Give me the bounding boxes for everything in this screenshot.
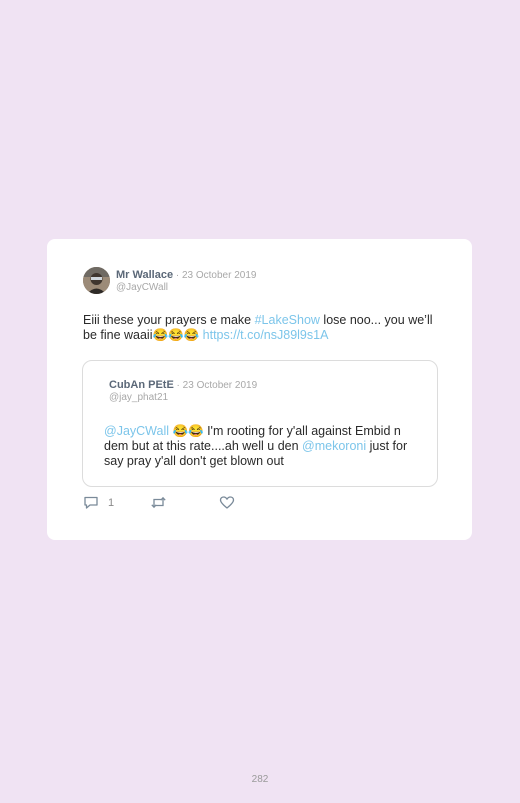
quoted-author-handle[interactable]: @jay_phat21: [109, 392, 168, 403]
reply-count: 1: [108, 496, 115, 509]
reply-icon: [84, 496, 98, 509]
quoted-tweet-date: · 23 October 2019: [173, 380, 258, 391]
retweet-button[interactable]: [150, 495, 167, 510]
page-number: 282: [251, 774, 269, 785]
quoted-author-name[interactable]: CubAn PEtE: [109, 379, 174, 391]
author-handle[interactable]: @JayCWall: [116, 282, 168, 293]
mention-link[interactable]: @mekoroni: [302, 439, 366, 453]
like-button[interactable]: [219, 495, 235, 510]
tweet-date: · 23 October 2019: [173, 270, 257, 281]
quoted-author-line: CubAn PEtE · 23 October 2019: [109, 379, 257, 391]
mention-link[interactable]: @JayCWall: [104, 424, 169, 438]
tweet-text: Eiii these your prayers e make #LakeShow…: [83, 313, 443, 343]
avatar-image: [83, 267, 110, 294]
tweet-text-part: Eiii these your prayers e make: [83, 313, 255, 327]
avatar[interactable]: [83, 267, 110, 294]
author-line: Mr Wallace · 23 October 2019: [116, 269, 256, 281]
tweet-card: Mr Wallace · 23 October 2019 @JayCWall E…: [47, 239, 472, 540]
quoted-tweet[interactable]: CubAn PEtE · 23 October 2019 @jay_phat21…: [82, 360, 438, 487]
author-name[interactable]: Mr Wallace: [116, 269, 173, 281]
reply-button[interactable]: 1: [83, 495, 114, 510]
quoted-tweet-text: @JayCWall 😂😂 I'm rooting for y'all again…: [104, 424, 422, 469]
heart-icon: [219, 496, 235, 509]
hashtag-link[interactable]: #LakeShow: [255, 313, 320, 327]
retweet-icon: [151, 496, 166, 509]
url-link[interactable]: https://t.co/nsJ89l9s1A: [203, 328, 329, 342]
